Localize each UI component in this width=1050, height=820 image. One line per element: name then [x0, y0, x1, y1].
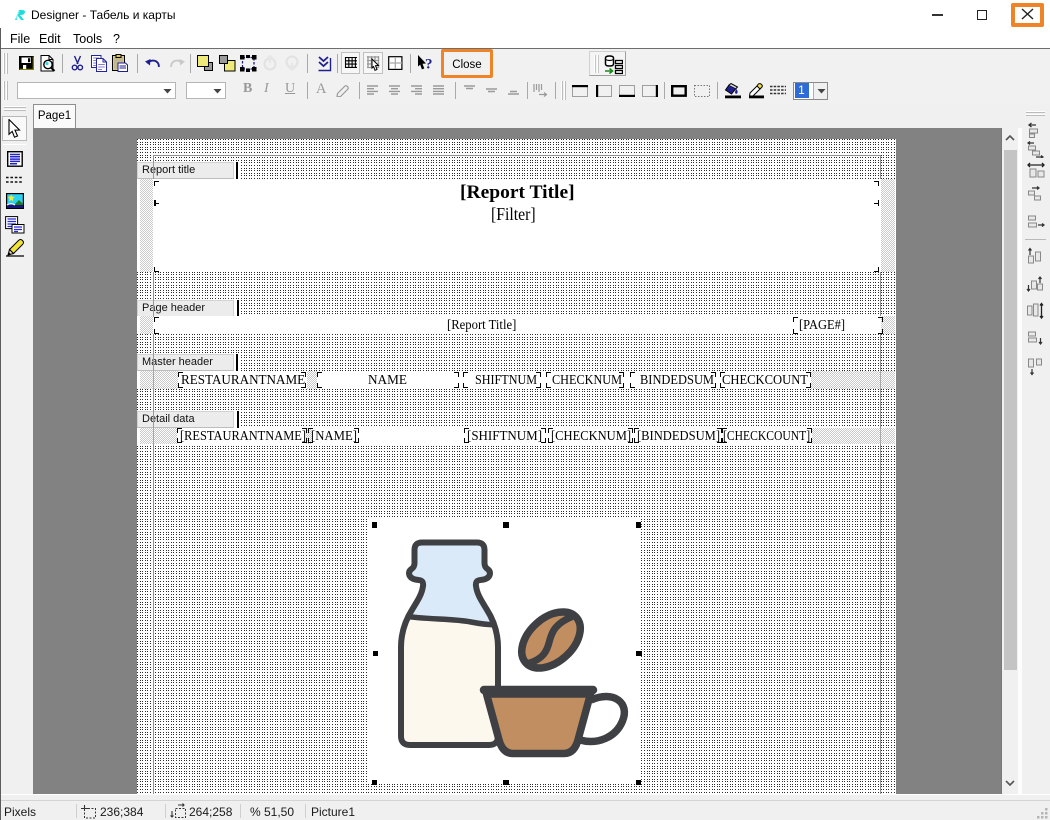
- svg-text:?: ?: [425, 57, 433, 73]
